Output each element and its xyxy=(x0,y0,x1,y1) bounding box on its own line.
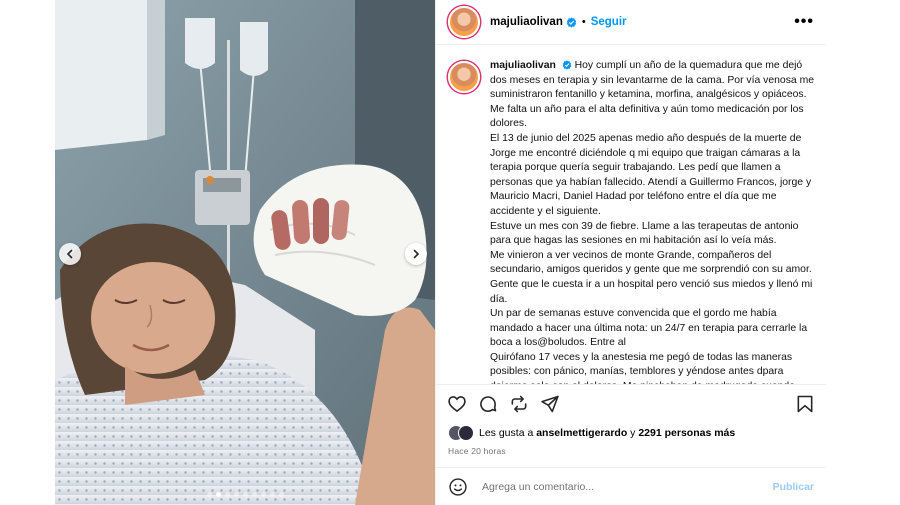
share-button[interactable] xyxy=(539,393,561,415)
heart-icon xyxy=(448,395,466,412)
caption-comment: majuliaolivan Hoy cumplí un año de la qu… xyxy=(436,45,826,384)
repost-icon xyxy=(511,395,527,412)
likes-summary: Les gusta a anselmettigerardo y 2291 per… xyxy=(448,425,735,441)
carousel-dot xyxy=(260,492,266,497)
follow-button[interactable]: Seguir xyxy=(591,16,627,28)
verified-badge-icon xyxy=(566,16,577,28)
more-options-button[interactable]: ••• xyxy=(794,13,814,31)
verified-badge-icon xyxy=(562,60,571,70)
caption-line: Me vinieron a ver vecinos de monte Grand… xyxy=(490,249,813,305)
avatar[interactable] xyxy=(448,6,480,38)
chevron-left-icon xyxy=(66,249,73,259)
caption-line: Estuve un mes con 39 de fiebre. Llame a … xyxy=(490,220,799,247)
liker-username-link[interactable]: anselmettigerardo xyxy=(536,427,627,439)
comment-button[interactable] xyxy=(477,393,499,415)
caption-line: El 13 de junio del 2025 apenas medio año… xyxy=(490,132,812,217)
repost-button[interactable] xyxy=(508,393,530,415)
publish-button[interactable]: Publicar xyxy=(773,481,814,493)
caption-username[interactable]: majuliaolivan xyxy=(490,60,556,71)
post-details-panel: majuliaolivan • Seguir ••• majuliaolivan… xyxy=(435,0,826,505)
liker-avatar[interactable] xyxy=(458,425,474,441)
action-bar xyxy=(436,384,826,422)
emoji-icon xyxy=(449,477,467,496)
post-timestamp[interactable]: Hace 20 horas xyxy=(448,446,506,456)
likes-middle: y xyxy=(630,427,636,439)
caption-line: Un par de semanas estuve convencida que … xyxy=(490,308,808,349)
caption-paragraph: majuliaolivan Hoy cumplí un año de la qu… xyxy=(490,59,814,132)
caption-text: majuliaolivan Hoy cumplí un año de la qu… xyxy=(490,59,814,384)
post-header: majuliaolivan • Seguir ••• xyxy=(436,0,826,45)
carousel-dot xyxy=(251,492,257,497)
carousel-dot xyxy=(233,492,239,497)
carousel-dot xyxy=(278,492,284,497)
carousel-dot xyxy=(269,492,275,497)
comment-input[interactable] xyxy=(480,479,773,494)
caption-line: Quirófano 17 veces y la anestesia me peg… xyxy=(490,351,795,384)
carousel-dot xyxy=(242,492,248,497)
like-button[interactable] xyxy=(446,393,468,415)
caption-avatar[interactable] xyxy=(448,61,480,93)
next-slide-button[interactable] xyxy=(405,243,427,265)
previous-slide-button[interactable] xyxy=(59,243,81,265)
hospital-photo-illustration xyxy=(55,0,435,505)
comment-icon xyxy=(480,395,497,412)
chevron-right-icon xyxy=(413,249,420,259)
comment-bar: Publicar xyxy=(436,467,826,505)
caption-scroll-area[interactable]: majuliaolivan Hoy cumplí un año de la qu… xyxy=(436,45,826,384)
carousel-indicator xyxy=(55,492,435,497)
emoji-button[interactable] xyxy=(448,477,468,497)
bookmark-icon xyxy=(797,395,813,412)
save-button[interactable] xyxy=(794,393,816,415)
post-photo[interactable] xyxy=(55,0,435,505)
send-icon xyxy=(541,395,559,412)
likes-prefix: Les gusta a xyxy=(479,427,534,439)
likes-count-link[interactable]: 2291 personas más xyxy=(638,427,735,439)
header-separator: • xyxy=(581,16,586,28)
likes-text: Les gusta a anselmettigerardo y 2291 per… xyxy=(479,427,735,439)
carousel-dot xyxy=(215,492,221,497)
username-link[interactable]: majuliaolivan xyxy=(490,16,563,28)
carousel-dot xyxy=(224,492,230,497)
carousel-dot xyxy=(206,492,212,497)
